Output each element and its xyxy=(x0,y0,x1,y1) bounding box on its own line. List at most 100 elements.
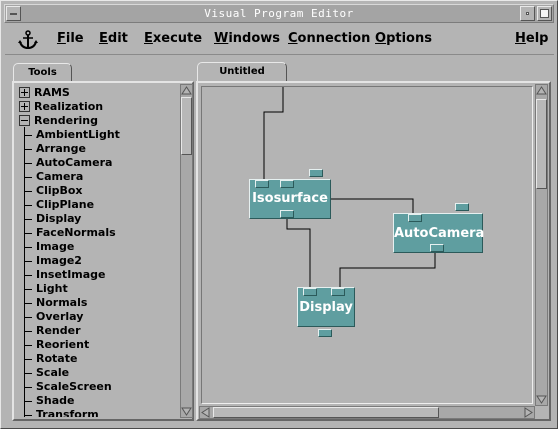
canvas-vertical-scrollbar[interactable] xyxy=(535,84,548,406)
module-autocamera[interactable]: AutoCamera xyxy=(393,213,485,253)
module-label: Display xyxy=(299,300,353,315)
window-title: Visual Program Editor xyxy=(204,7,354,20)
input-port[interactable] xyxy=(408,214,422,222)
tree-branch-line xyxy=(24,331,32,332)
scroll-up-icon[interactable] xyxy=(536,85,547,96)
scroll-up-icon[interactable] xyxy=(181,85,192,96)
tools-tree: RAMS Realization Rendering AmbientLight A… xyxy=(16,85,179,417)
module-display[interactable]: Display xyxy=(297,287,355,327)
canvas-horizontal-scrollbar[interactable] xyxy=(199,406,535,419)
canvas-panel: Isosurface AutoCamera Display xyxy=(196,81,551,421)
tool-item-label: Image xyxy=(36,240,75,253)
param-port[interactable] xyxy=(309,169,323,177)
tool-item-label: Render xyxy=(36,324,81,337)
tools-scroll-thumb[interactable] xyxy=(181,97,192,155)
tool-item-label: Shade xyxy=(36,394,75,407)
scroll-down-icon[interactable] xyxy=(536,394,547,405)
tool-item-label: AutoCamera xyxy=(36,156,113,169)
input-port[interactable] xyxy=(255,180,269,188)
tree-branch-line xyxy=(24,359,32,360)
input-port[interactable] xyxy=(303,288,317,296)
maximize-button[interactable] xyxy=(537,6,552,21)
tool-item-label: ScaleScreen xyxy=(36,380,112,393)
output-port[interactable] xyxy=(280,210,294,218)
param-port[interactable] xyxy=(455,203,469,211)
menu-bar: File Edit Execute Windows Connection Opt… xyxy=(5,25,554,55)
tree-branch-line xyxy=(24,149,32,150)
tool-item-label: Rotate xyxy=(36,352,78,365)
menu-edit[interactable]: Edit xyxy=(99,31,128,46)
tree-branch-line xyxy=(24,387,32,388)
tools-panel: RAMS Realization Rendering AmbientLight A… xyxy=(12,81,194,421)
tree-branch-line xyxy=(24,261,32,262)
expand-icon[interactable] xyxy=(19,101,30,112)
visual-program-editor-window: Visual Program Editor File Edit Execute … xyxy=(0,0,558,429)
wire-autocamera-display[interactable] xyxy=(339,250,436,287)
collapse-icon[interactable] xyxy=(19,115,30,126)
scroll-right-icon[interactable] xyxy=(523,407,534,418)
title-bar[interactable]: Visual Program Editor xyxy=(4,4,554,23)
anchor-icon[interactable] xyxy=(17,29,39,51)
canvas-hscroll-thumb[interactable] xyxy=(213,407,439,418)
tree-branch-line xyxy=(24,247,32,248)
tool-item-label: Scale xyxy=(36,366,70,379)
param-port[interactable] xyxy=(318,329,332,337)
module-label: Isosurface xyxy=(252,191,328,206)
input-port[interactable] xyxy=(280,180,294,188)
tool-item-label: Display xyxy=(36,212,82,225)
menu-file[interactable]: File xyxy=(57,31,84,46)
tree-branch-line xyxy=(24,233,32,234)
tool-item-label: Arrange xyxy=(36,142,86,155)
tool-item-label: Light xyxy=(36,282,68,295)
menu-execute[interactable]: Execute xyxy=(144,31,202,46)
maximize-icon xyxy=(540,9,549,18)
expand-icon[interactable] xyxy=(19,87,30,98)
menu-windows[interactable]: Windows xyxy=(214,31,280,46)
category-label: Rendering xyxy=(34,114,98,127)
tree-branch-line xyxy=(24,317,32,318)
tool-item-label: Transform xyxy=(36,408,99,417)
tool-item-label: ClipPlane xyxy=(36,198,95,211)
program-canvas[interactable]: Isosurface AutoCamera Display xyxy=(201,86,533,404)
tree-branch-line xyxy=(24,303,32,304)
tool-item-label: Image2 xyxy=(36,254,82,267)
wire-isosurface-display[interactable] xyxy=(286,217,311,287)
tool-item-label: FaceNormals xyxy=(36,226,116,239)
tool-item-label: Reorient xyxy=(36,338,90,351)
tool-item-label: Overlay xyxy=(36,310,84,323)
canvas-vscroll-thumb[interactable] xyxy=(536,99,547,189)
tree-branch-line xyxy=(24,373,32,374)
wire-input-isosurface[interactable] xyxy=(263,87,284,179)
wires xyxy=(263,87,436,287)
tool-item-label: AmbientLight xyxy=(36,128,120,141)
category-label: RAMS xyxy=(34,86,70,99)
menu-connection[interactable]: Connection xyxy=(288,31,370,46)
menu-help[interactable]: Help xyxy=(515,31,548,46)
tree-branch-line xyxy=(24,275,32,276)
tab-tools[interactable]: Tools xyxy=(13,63,72,83)
tree-branch-line xyxy=(24,163,32,164)
module-isosurface[interactable]: Isosurface xyxy=(249,179,331,219)
module-label: AutoCamera xyxy=(394,226,485,241)
minimize-button[interactable] xyxy=(520,6,535,21)
tree-branch-line xyxy=(24,415,32,416)
tree-branch-line xyxy=(24,401,32,402)
scroll-down-icon[interactable] xyxy=(181,406,192,417)
tree-branch-line xyxy=(24,191,32,192)
tab-untitled[interactable]: Untitled xyxy=(197,62,287,82)
tool-item-label: Camera xyxy=(36,170,84,183)
tool-item-label: ClipBox xyxy=(36,184,83,197)
tools-scrollbar[interactable] xyxy=(180,84,193,418)
output-port[interactable] xyxy=(430,244,444,252)
input-port[interactable] xyxy=(331,288,345,296)
tool-item-label: InsetImage xyxy=(36,268,106,281)
tree-branch-line xyxy=(24,345,32,346)
tree-branch-line xyxy=(24,205,32,206)
category-label: Realization xyxy=(34,100,104,113)
minimize-icon xyxy=(526,12,529,15)
tree-branch-line xyxy=(24,177,32,178)
tree-branch-line xyxy=(24,219,32,220)
tool-item-label: Normals xyxy=(36,296,88,309)
scroll-left-icon[interactable] xyxy=(200,407,211,418)
menu-options[interactable]: Options xyxy=(375,31,432,46)
